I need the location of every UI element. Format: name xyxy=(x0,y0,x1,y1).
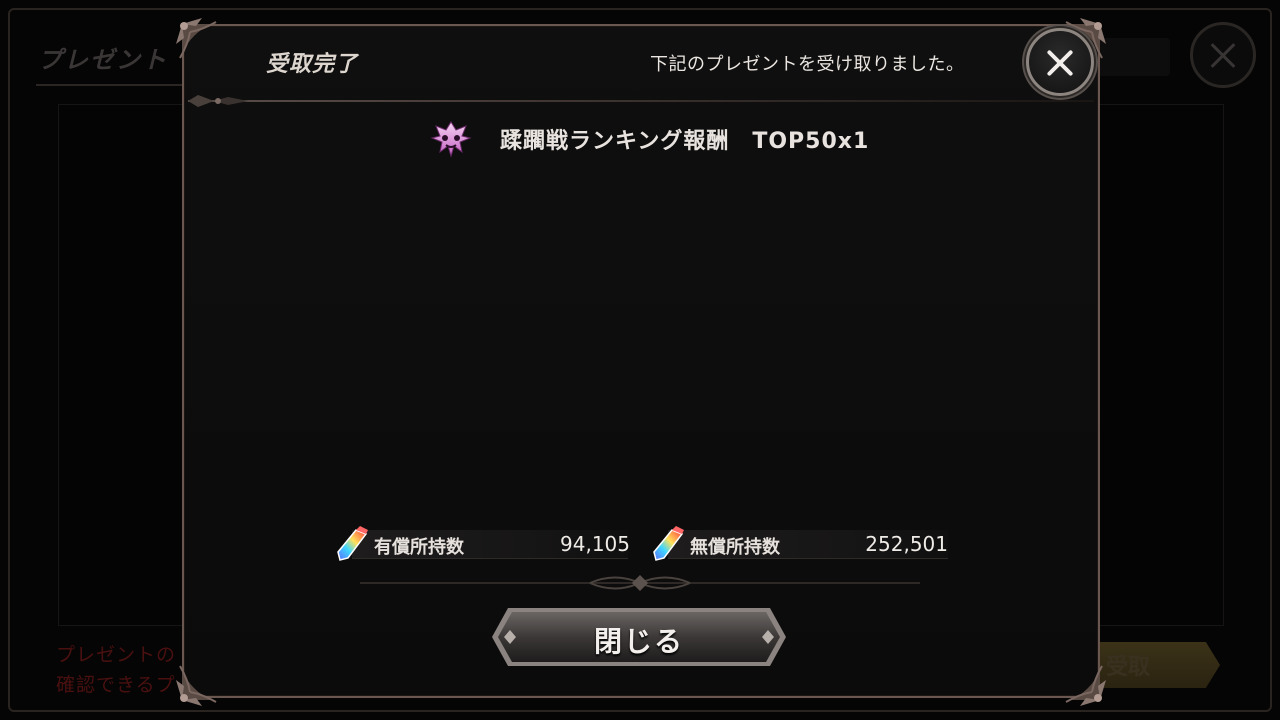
dialog-message: 下記のプレゼントを受け取りました。 xyxy=(650,54,965,75)
header-ornament-icon xyxy=(188,95,248,107)
free-gem-holding: 無償所持数 252,501 xyxy=(648,524,950,564)
background-footer-line-1: プレゼントの xyxy=(56,644,177,666)
reward-item: 蹂躙戦ランキング報酬 TOP50x1 xyxy=(430,118,869,160)
close-button[interactable]: 閉じる xyxy=(490,606,788,668)
reward-label: 蹂躙戦ランキング報酬 TOP50x1 xyxy=(500,129,870,154)
background-footer-line-2: 確認できるプ xyxy=(56,674,176,696)
close-icon[interactable] xyxy=(1026,28,1094,96)
paid-gem-icon xyxy=(337,526,368,561)
ranking-emblem-icon xyxy=(430,121,472,158)
background-title-underline xyxy=(36,84,186,86)
background-close-icon xyxy=(1190,22,1256,88)
free-gem-label: 無償所持数 xyxy=(690,537,780,558)
header-divider xyxy=(188,100,1094,102)
close-button-label: 閉じる xyxy=(593,625,684,658)
free-gem-value: 252,501 xyxy=(865,532,948,556)
free-gem-icon xyxy=(653,526,684,561)
paid-gem-holding: 有償所持数 94,105 xyxy=(332,524,632,564)
background-title: プレゼント xyxy=(38,46,168,74)
footer-ornament-icon xyxy=(360,575,920,591)
paid-gem-value: 94,105 xyxy=(560,532,630,556)
paid-gem-label: 有償所持数 xyxy=(374,537,464,558)
dialog-title: 受取完了 xyxy=(266,52,359,77)
